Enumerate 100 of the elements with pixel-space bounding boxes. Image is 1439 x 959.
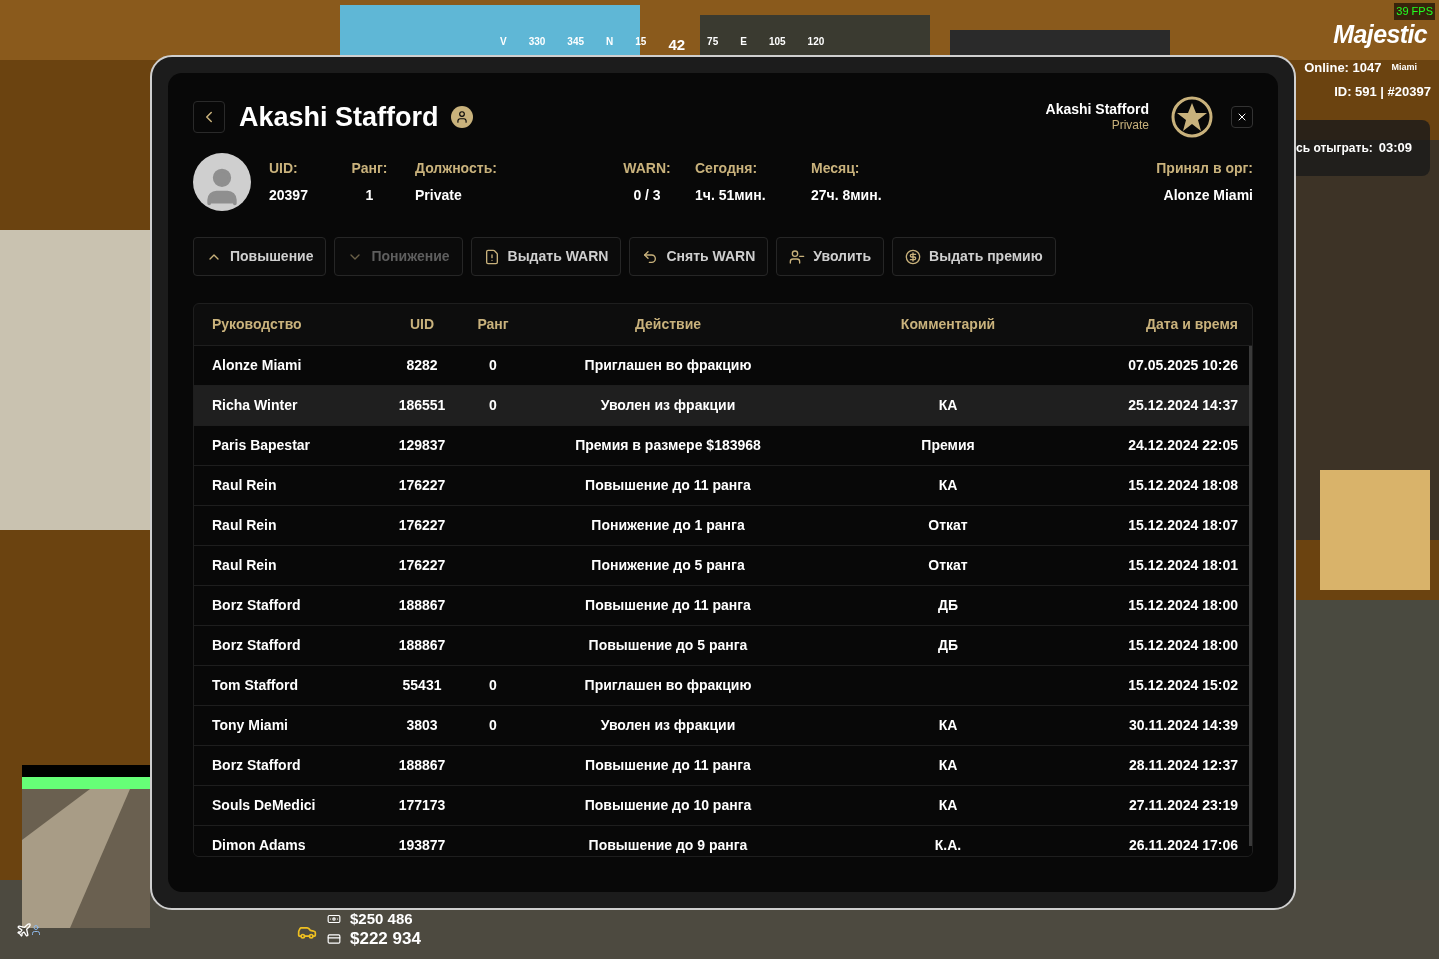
table-cell-text: Уволен из фракции: [599, 396, 737, 415]
table-cell-text: Borz Stafford: [211, 596, 302, 615]
stat-value: 1: [365, 186, 374, 205]
table-cell-text: Повышение до 5 ранга: [587, 636, 749, 655]
table-cell-text: 24.12.2024 22:05: [1127, 436, 1239, 455]
table-row[interactable]: Tom Stafford 55431 0 Приглашен во фракцию 15.12.2024 15:02: [194, 666, 1252, 706]
table-cell-text: 30.11.2024 14:39: [1128, 716, 1239, 735]
compass-label: 330: [528, 35, 546, 49]
table-row[interactable]: Raul Rein 176227 Понижение до 1 ранга Откат 15.12.2024 18:07: [194, 506, 1252, 546]
table-cell-text: 188867: [397, 636, 447, 655]
table-cell-text: Откат: [927, 516, 969, 535]
table-cell-text: 15.12.2024 18:00: [1127, 596, 1239, 615]
fps-counter: 39 FPS: [1394, 3, 1435, 20]
column-header: Комментарий: [899, 315, 997, 334]
table-cell-text: Повышение до 11 ранга: [584, 596, 752, 615]
table-cell-text: Повышение до 10 ранга: [583, 796, 753, 815]
action-button[interactable]: Выдать WARN: [470, 237, 622, 276]
table-cell-text: 0: [488, 716, 498, 735]
table-cell-text: 129837: [397, 436, 447, 455]
table-row[interactable]: Raul Rein 176227 Повышение до 11 ранга КА 15.12.2024 18:08: [194, 466, 1252, 506]
stat-label: Принял в орг:: [1156, 159, 1253, 178]
table-cell-text: 176227: [397, 516, 447, 535]
column-header: UID: [408, 315, 436, 334]
online-count: Online: 1047: [1304, 59, 1382, 77]
table-row[interactable]: Richa Winter 186551 0 Уволен из фракции КА 25.12.2024 14:37: [194, 386, 1252, 426]
column-header: Действие: [633, 315, 703, 334]
table-cell-text: Raul Rein: [211, 556, 278, 575]
table-cell-text: 15.12.2024 18:08: [1127, 476, 1239, 495]
action-button[interactable]: Уволить: [776, 237, 885, 276]
table-row[interactable]: Borz Stafford 188867 Повышение до 11 ранга ДБ 15.12.2024 18:00: [194, 586, 1252, 626]
action-button[interactable]: Снять WARN: [629, 237, 769, 276]
stat-value: 0 / 3: [633, 186, 661, 205]
compass-label: 105: [768, 35, 786, 49]
table-cell-text: КА: [937, 716, 959, 735]
table-cell-text: 3803: [405, 716, 439, 735]
compass-label: 42: [668, 35, 686, 55]
table-cell-text: 0: [488, 396, 498, 415]
table-row[interactable]: Tony Miami 3803 0 Уволен из фракции КА 30.11.2024 14:39: [194, 706, 1252, 746]
table-row[interactable]: Borz Stafford 188867 Повышение до 11 ранга КА 28.11.2024 12:37: [194, 746, 1252, 786]
compass-label: 345: [567, 35, 585, 49]
person-icon: [30, 922, 42, 938]
compass-label: V: [500, 35, 507, 49]
table-cell-text: Премия в размере $183968: [574, 436, 762, 455]
table-cell-text: Повышение до 11 ранга: [584, 476, 752, 495]
player-id: ID: 591 | #20397: [1334, 83, 1431, 101]
coin-icon: [905, 248, 922, 265]
table-cell-text: К.А.: [933, 836, 963, 855]
table-cell-text: Откат: [927, 556, 969, 575]
user-name: Akashi Stafford: [1045, 100, 1149, 119]
table-cell-text: Премия: [920, 436, 976, 455]
avatar: [193, 153, 251, 211]
undo-arrow-icon: [642, 248, 659, 265]
table-cell-text: Понижение до 1 ранга: [590, 516, 746, 535]
stat-value: 20397: [269, 186, 309, 205]
table-cell-text: ДБ: [936, 636, 959, 655]
table-cell-text: 0: [488, 356, 498, 375]
table-cell-text: Повышение до 9 ранга: [587, 836, 749, 855]
table-cell-text: 25.12.2024 14:37: [1127, 396, 1239, 415]
table-row[interactable]: Alonze Miami 8282 0 Приглашен во фракцию 07.05.2025 10:26: [194, 346, 1252, 386]
stat-label: Месяц:: [811, 159, 861, 178]
table-row[interactable]: Borz Stafford 188867 Повышение до 5 ранга ДБ 15.12.2024 18:00: [194, 626, 1252, 666]
profile-title: Akashi Stafford: [239, 100, 439, 134]
table-row[interactable]: Dimon Adams 193877 Повышение до 9 ранга К.А. 26.11.2024 17:06: [194, 826, 1252, 856]
table-cell-text: 28.11.2024 12:37: [1128, 756, 1239, 775]
table-row[interactable]: Souls DeMedici 177173 Повышение до 10 ранга КА 27.11.2024 23:19: [194, 786, 1252, 826]
table-cell-text: Приглашен во фракцию: [583, 356, 753, 375]
close-button[interactable]: [1231, 106, 1253, 128]
table-cell-text: 176227: [397, 556, 447, 575]
card-icon: [326, 931, 342, 946]
scrollbar[interactable]: [1249, 346, 1252, 846]
action-button[interactable]: Выдать премию: [892, 237, 1056, 276]
table-cell-text: Tony Miami: [211, 716, 289, 735]
table-row[interactable]: Raul Rein 176227 Понижение до 5 ранга Откат 15.12.2024 18:01: [194, 546, 1252, 586]
table-cell-text: Alonze Miami: [211, 356, 303, 375]
stat-value: Alonze Miami: [1163, 186, 1253, 205]
compass-label: 75: [707, 35, 719, 49]
stat-value: 27ч. 8мин.: [811, 186, 883, 205]
back-button[interactable]: [193, 101, 225, 133]
table-cell-text: КА: [937, 396, 959, 415]
stat-label: UID:: [269, 159, 299, 178]
profile-icon: [450, 106, 473, 128]
table-cell-text: Raul Rein: [211, 476, 278, 495]
stat-label: Должность:: [415, 159, 498, 178]
cash-amount: $250 486: [350, 911, 413, 926]
table-cell-text: 188867: [397, 756, 447, 775]
table-cell-text: Tom Stafford: [211, 676, 300, 695]
table-cell-text: 186551: [397, 396, 447, 415]
compass-label: 120: [807, 35, 825, 49]
stat-label: Ранг:: [351, 159, 388, 178]
table-cell-text: 15.12.2024 18:07: [1127, 516, 1239, 535]
table-cell-text: Dimon Adams: [211, 836, 307, 855]
table-cell-text: Richa Winter: [211, 396, 299, 415]
table-cell-text: ДБ: [936, 596, 959, 615]
stat-label: Сегодня:: [695, 159, 759, 178]
table-row[interactable]: Paris Bapestar 129837 Премия в размере $183968 Премия 24.12.2024 22:05: [194, 426, 1252, 466]
table-cell-text: Понижение до 5 ранга: [590, 556, 746, 575]
table-cell-text: Borz Stafford: [211, 636, 302, 655]
action-button[interactable]: Повышение: [193, 237, 327, 276]
star-emblem-icon: [1171, 96, 1213, 138]
table-cell-text: Souls DeMedici: [211, 796, 317, 815]
